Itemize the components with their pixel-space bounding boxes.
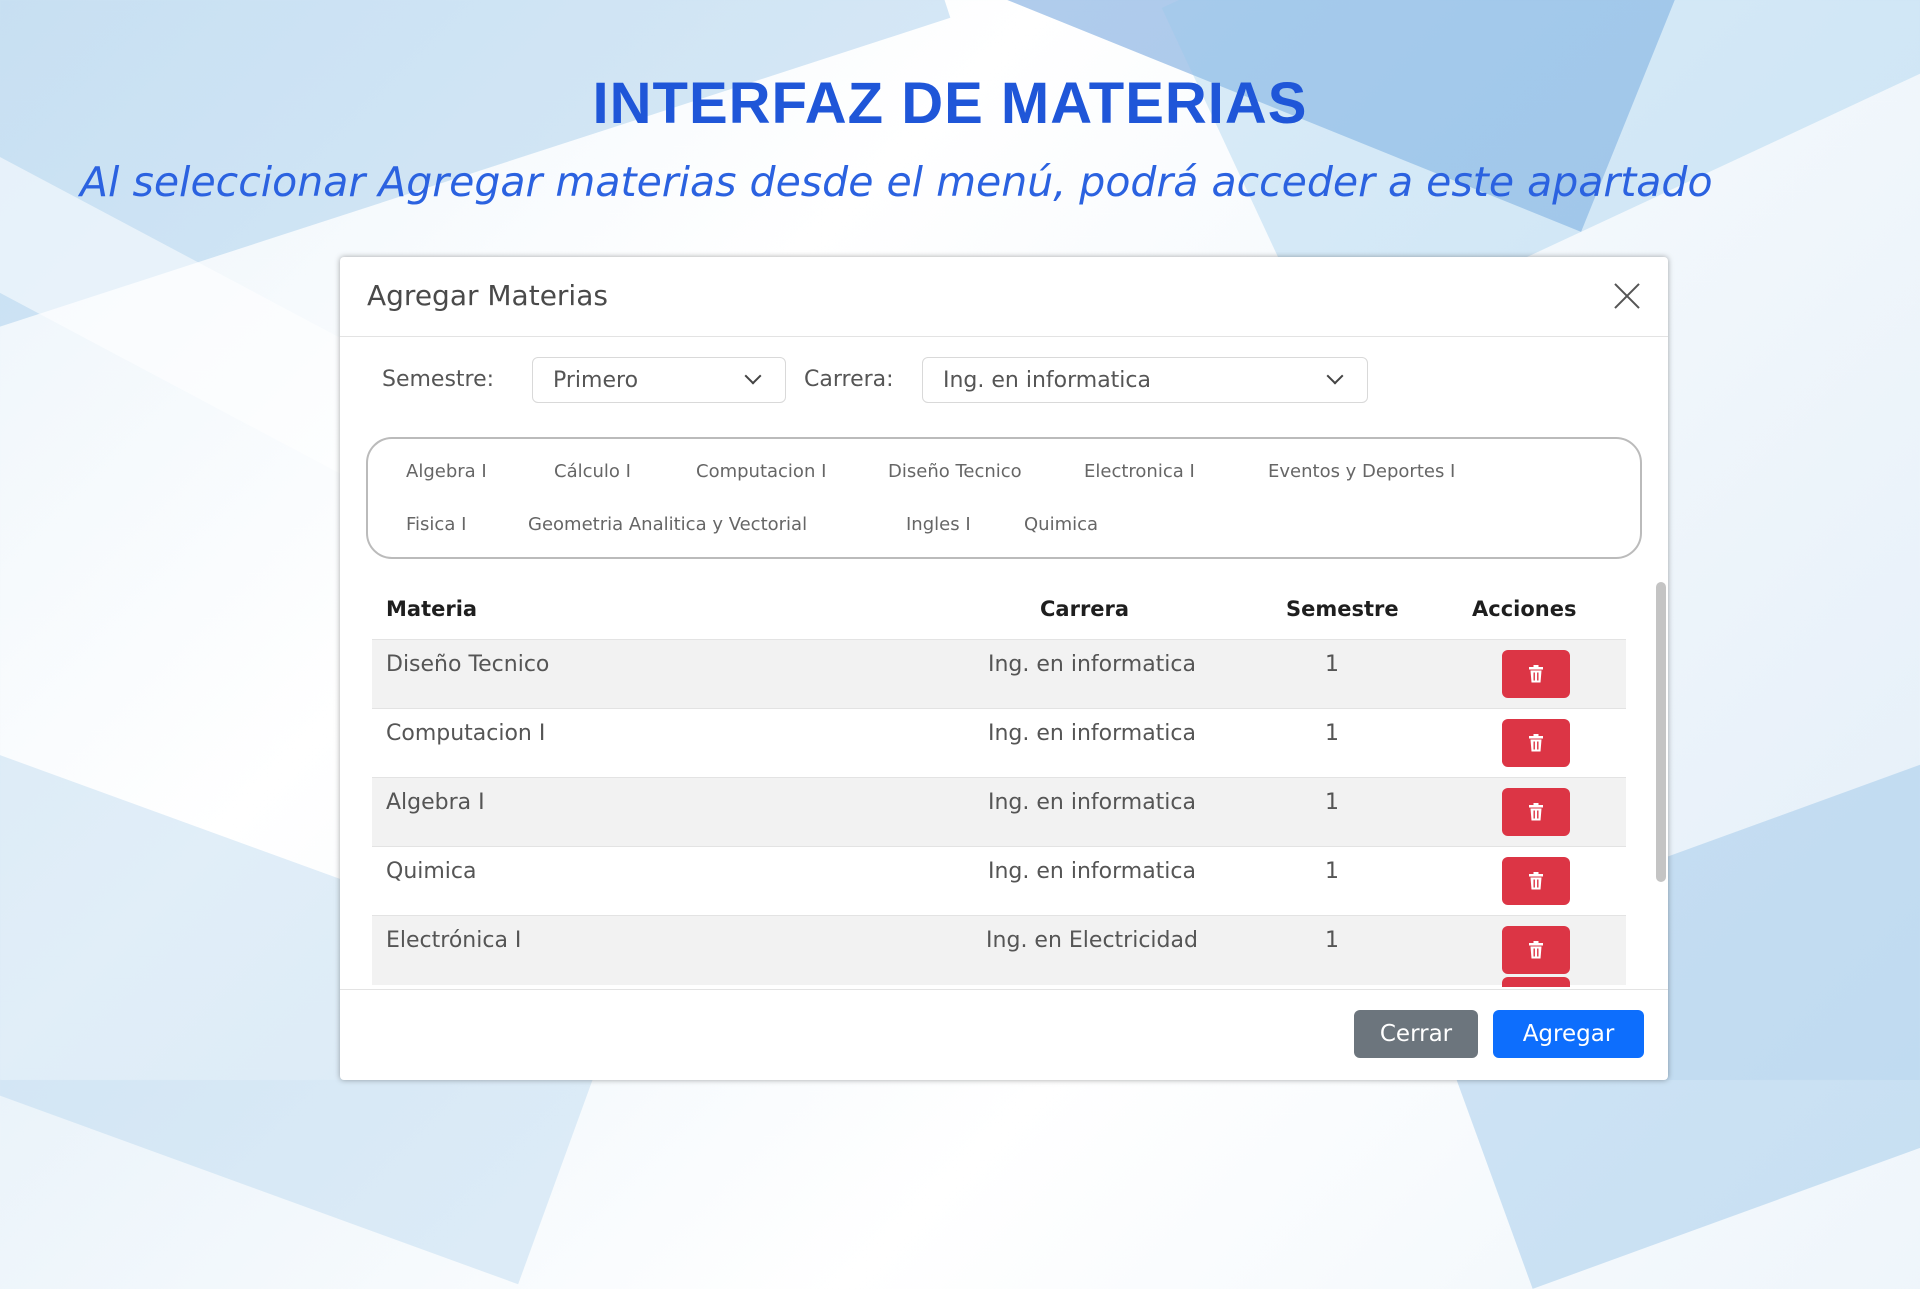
delete-button[interactable] bbox=[1502, 788, 1570, 836]
semestre-select-value: Primero bbox=[553, 368, 639, 393]
subject-chip[interactable]: Quimica bbox=[1024, 514, 1098, 535]
slide-subtitle: Al seleccionar Agregar materias desde el… bbox=[80, 158, 1713, 206]
carrera-select[interactable]: Ing. en informatica bbox=[922, 357, 1368, 403]
filters-bar: Semestre: Primero Carrera: Ing. en infor… bbox=[382, 357, 1622, 405]
cell-carrera: Ing. en Electricidad bbox=[986, 928, 1198, 953]
carrera-select-value: Ing. en informatica bbox=[943, 368, 1152, 393]
delete-button[interactable] bbox=[1502, 857, 1570, 905]
cell-materia: Computacion I bbox=[386, 721, 546, 746]
cell-carrera: Ing. en informatica bbox=[987, 652, 1196, 677]
cell-carrera: Ing. en informatica bbox=[987, 721, 1196, 746]
subject-chip[interactable]: Diseño Tecnico bbox=[888, 461, 1022, 482]
delete-button-partial[interactable] bbox=[1502, 977, 1570, 987]
subject-chips-box: Algebra I Cálculo I Computacion I Diseño… bbox=[366, 437, 1642, 559]
subject-chip[interactable]: Fisica I bbox=[406, 514, 466, 535]
cell-semestre: 1 bbox=[1325, 652, 1339, 677]
subject-chip[interactable]: Algebra I bbox=[406, 461, 487, 482]
trash-icon bbox=[1529, 665, 1543, 683]
cell-semestre: 1 bbox=[1325, 928, 1339, 953]
subject-chip[interactable]: Cálculo I bbox=[554, 461, 631, 482]
cell-semestre: 1 bbox=[1325, 859, 1339, 884]
close-icon[interactable] bbox=[1612, 281, 1642, 311]
subject-chip[interactable]: Geometria Analitica y Vectorial bbox=[528, 514, 807, 535]
close-button[interactable]: Cerrar bbox=[1354, 1010, 1478, 1058]
column-header-semestre: Semestre bbox=[1286, 597, 1399, 621]
cell-materia: Diseño Tecnico bbox=[386, 652, 550, 677]
column-header-carrera: Carrera bbox=[1040, 597, 1130, 621]
table-row: Electrónica I Ing. en Electricidad 1 bbox=[372, 915, 1626, 985]
semestre-select[interactable]: Primero bbox=[532, 357, 786, 403]
slide-title: INTERFAZ DE MATERIAS bbox=[592, 71, 1308, 136]
cell-materia: Quimica bbox=[386, 859, 477, 884]
cell-carrera: Ing. en informatica bbox=[987, 859, 1196, 884]
subject-chip[interactable]: Computacion I bbox=[696, 461, 826, 482]
subject-chip[interactable]: Electronica I bbox=[1084, 461, 1195, 482]
modal-footer: Cerrar Agregar bbox=[340, 989, 1668, 1080]
add-button[interactable]: Agregar bbox=[1493, 1010, 1644, 1058]
subject-chip[interactable]: Eventos y Deportes I bbox=[1268, 461, 1455, 482]
modal-title: Agregar Materias bbox=[367, 279, 608, 312]
trash-icon bbox=[1529, 872, 1543, 890]
cell-semestre: 1 bbox=[1325, 721, 1339, 746]
delete-button[interactable] bbox=[1502, 926, 1570, 974]
trash-icon bbox=[1529, 803, 1543, 821]
chevron-down-icon bbox=[1326, 367, 1344, 385]
carrera-label: Carrera: bbox=[804, 367, 894, 392]
table-row: Algebra I Ing. en informatica 1 bbox=[372, 777, 1626, 847]
cell-semestre: 1 bbox=[1325, 790, 1339, 815]
scrollbar-thumb[interactable] bbox=[1656, 582, 1666, 882]
semestre-label: Semestre: bbox=[382, 367, 495, 392]
chevron-down-icon bbox=[744, 367, 762, 385]
column-header-acciones: Acciones bbox=[1472, 597, 1577, 621]
cell-materia: Electrónica I bbox=[386, 928, 522, 953]
table-row: Diseño Tecnico Ing. en informatica 1 bbox=[372, 639, 1626, 709]
cell-materia: Algebra I bbox=[386, 790, 485, 815]
delete-button[interactable] bbox=[1502, 719, 1570, 767]
column-header-materia: Materia bbox=[386, 597, 478, 621]
trash-icon bbox=[1529, 734, 1543, 752]
delete-button[interactable] bbox=[1502, 650, 1570, 698]
cell-carrera: Ing. en informatica bbox=[987, 790, 1196, 815]
add-subjects-modal: Agregar Materias Semestre: Primero Carre… bbox=[340, 257, 1668, 1080]
subject-chip[interactable]: Ingles I bbox=[906, 514, 971, 535]
table-row: Computacion I Ing. en informatica 1 bbox=[372, 708, 1626, 778]
trash-icon bbox=[1529, 941, 1543, 959]
table-row: Quimica Ing. en informatica 1 bbox=[372, 846, 1626, 916]
modal-header: Agregar Materias bbox=[340, 257, 1668, 337]
subjects-table: Materia Carrera Semestre Acciones Diseño… bbox=[372, 577, 1626, 987]
